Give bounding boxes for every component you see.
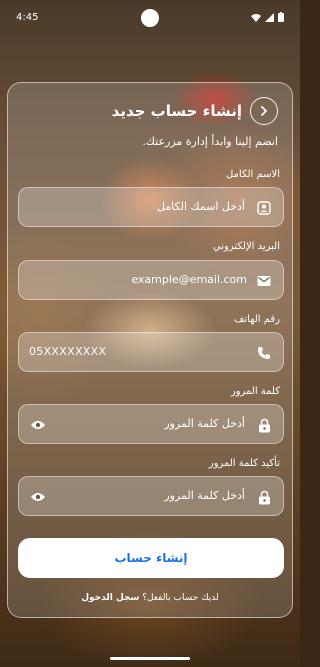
phone-label: رقم الهاتف — [233, 314, 280, 325]
password-placeholder: أدخل كلمة المرور — [164, 417, 245, 430]
login-prompt-line: لديك حساب بالفعل؟ سجل الدخول — [8, 593, 292, 603]
phone-icon — [255, 344, 273, 362]
confirm-password-placeholder: أدخل كلمة المرور — [164, 489, 245, 502]
status-icons — [251, 12, 284, 22]
phone-placeholder: 05XXXXXXXX — [29, 345, 107, 358]
lock-icon — [255, 488, 273, 506]
phone-field[interactable]: 05XXXXXXXX — [18, 332, 284, 372]
home-indicator — [110, 657, 190, 660]
password-field[interactable]: أدخل كلمة المرور — [18, 404, 284, 444]
page-title: إنشاء حساب جديد — [111, 102, 242, 120]
full-name-placeholder: أدخل اسمك الكامل — [156, 200, 245, 213]
confirm-password-field[interactable]: أدخل كلمة المرور — [18, 476, 284, 516]
email-placeholder: example@email.com — [131, 273, 247, 286]
login-prompt-text: لديك حساب بالفعل؟ — [142, 593, 219, 603]
eye-icon[interactable] — [29, 416, 47, 434]
create-account-button[interactable]: إنشاء حساب — [18, 538, 284, 578]
email-label: البريد الإلكتروني — [212, 241, 280, 252]
status-time: 4:45 — [16, 11, 39, 23]
signup-card: إنشاء حساب جديد انضم إلينا وابدأ إدارة م… — [7, 82, 293, 618]
wifi-icon — [251, 13, 261, 22]
header: إنشاء حساب جديد — [22, 97, 278, 125]
full-name-label: الاسم الكامل — [225, 169, 280, 180]
email-field[interactable]: example@email.com — [18, 260, 284, 300]
password-label: كلمة المرور — [230, 386, 280, 397]
page-subtitle: انضم إلينا وابدأ إدارة مزرعتك. — [142, 135, 278, 148]
confirm-password-label: تأكيد كلمة المرور — [208, 458, 280, 469]
back-button[interactable] — [250, 97, 278, 125]
battery-icon — [278, 12, 284, 22]
mail-icon — [255, 272, 273, 290]
person-icon — [255, 199, 273, 217]
full-name-field[interactable]: أدخل اسمك الكامل — [18, 187, 284, 227]
chevron-right-icon — [261, 106, 267, 116]
lock-icon — [255, 416, 273, 434]
eye-icon[interactable] — [29, 488, 47, 506]
login-link[interactable]: سجل الدخول — [81, 593, 139, 603]
camera-cutout — [141, 9, 159, 27]
signal-icon — [265, 12, 274, 22]
